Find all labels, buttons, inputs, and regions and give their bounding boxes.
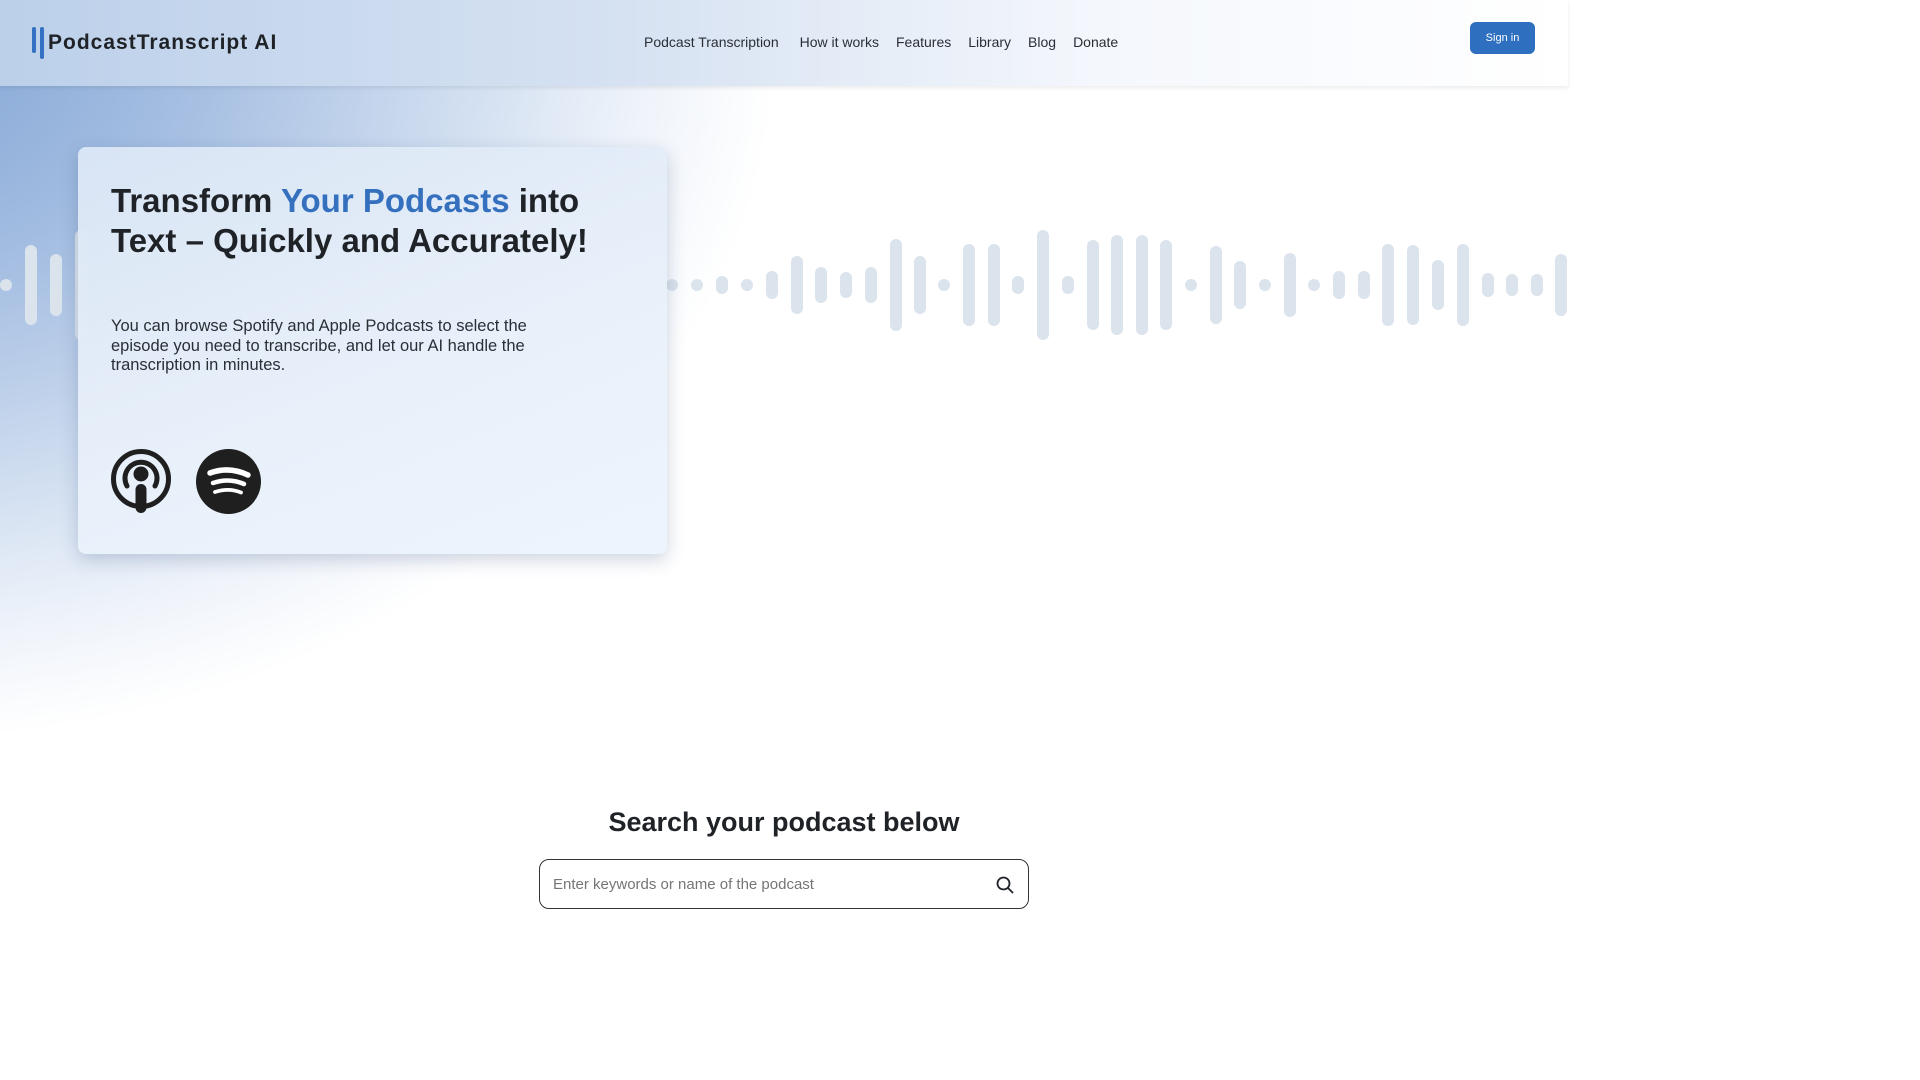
- waveform-bar: [890, 239, 902, 331]
- search-bar: [539, 859, 1029, 909]
- waveform-bar: [1432, 260, 1444, 310]
- waveform-bar: [766, 271, 778, 299]
- search-heading: Search your podcast below: [608, 807, 960, 837]
- waveform-bar: [963, 244, 975, 326]
- waveform-bar: [1111, 235, 1123, 335]
- sign-in-button[interactable]: Sign in: [1470, 22, 1535, 54]
- nav-item-library[interactable]: Library: [968, 34, 1011, 50]
- waveform-bar: [1185, 279, 1197, 291]
- waveform-bar: [1136, 235, 1148, 335]
- waveform-bar: [0, 279, 12, 291]
- nav-item-blog[interactable]: Blog: [1028, 34, 1056, 50]
- apple-podcasts-icon[interactable]: [110, 448, 172, 514]
- waveform-bar: [1531, 274, 1543, 296]
- waveform-bar: [1457, 244, 1469, 326]
- waveform-bar: [1210, 246, 1222, 324]
- waveform-bar: [691, 279, 703, 291]
- search-icon[interactable]: [996, 876, 1014, 894]
- nav-item-podcast-transcription[interactable]: Podcast Transcription: [644, 34, 779, 50]
- waveform-bar: [25, 245, 37, 325]
- waveform-bar: [50, 254, 62, 316]
- nav-item-donate[interactable]: Donate: [1073, 34, 1118, 50]
- top-navbar: PodcastTranscript AI Podcast Transcripti…: [0, 0, 1568, 86]
- waveform-bar: [840, 272, 852, 298]
- waveform-bar: [1333, 271, 1345, 299]
- main-nav: Podcast Transcription How it works Featu…: [644, 34, 1135, 50]
- waveform-bar: [741, 279, 753, 291]
- waveform-bar: [1087, 240, 1099, 330]
- platform-icons: [110, 448, 261, 514]
- spotify-icon[interactable]: [196, 448, 261, 514]
- logo[interactable]: PodcastTranscript AI: [32, 27, 277, 59]
- waveform-bar: [716, 276, 728, 294]
- waveform-bar: [865, 267, 877, 303]
- waveform-bar: [1234, 261, 1246, 309]
- waveform-bar: [938, 279, 950, 291]
- waveform-bar: [1407, 245, 1419, 325]
- waveform-bar: [1555, 254, 1567, 316]
- waveform-bar: [1382, 244, 1394, 326]
- waveform-bar: [815, 267, 827, 303]
- waveform-bar: [1037, 230, 1049, 340]
- nav-item-features[interactable]: Features: [896, 34, 951, 50]
- waveform-bar: [1062, 276, 1074, 294]
- hero-headline: Transform Your Podcasts into Text – Quic…: [111, 181, 631, 261]
- waveform-bar: [988, 244, 1000, 326]
- waveform-bar: [1012, 276, 1024, 294]
- waveform-bar: [1358, 271, 1370, 299]
- waveform-bar: [1482, 273, 1494, 297]
- hero-description: You can browse Spotify and Apple Podcast…: [111, 317, 527, 374]
- search-input[interactable]: [553, 872, 973, 896]
- waveform-bar: [914, 256, 926, 314]
- waveform-bar: [1284, 253, 1296, 317]
- logo-text: PodcastTranscript AI: [48, 31, 278, 54]
- hero-card: Transform Your Podcasts into Text – Quic…: [78, 147, 667, 554]
- nav-item-how-it-works[interactable]: How it works: [800, 34, 879, 50]
- headline-accent: Your Podcasts: [280, 182, 510, 219]
- waveform-bar: [791, 256, 803, 314]
- logo-bars-icon: [32, 27, 44, 59]
- waveform-bar: [1259, 279, 1271, 291]
- waveform-bar: [1506, 274, 1518, 296]
- waveform-bar: [1160, 240, 1172, 330]
- waveform-bar: [1308, 279, 1320, 291]
- waveform-bar: [666, 279, 678, 291]
- headline-part-1: Transform: [111, 182, 281, 219]
